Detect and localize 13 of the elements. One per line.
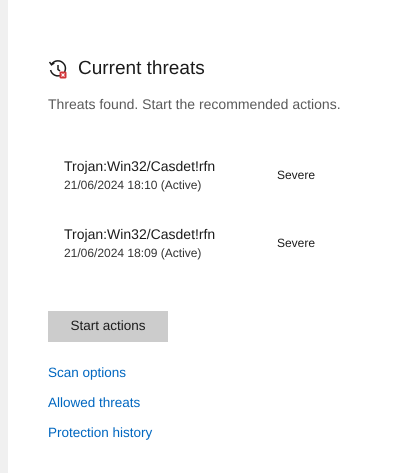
threat-name: Trojan:Win32/Casdet!rfn: [64, 156, 216, 174]
start-actions-button[interactable]: Start actions: [48, 310, 168, 342]
severity-label: Severe: [277, 234, 316, 252]
threat-name: Trojan:Win32/Casdet!rfn: [64, 224, 216, 242]
link[interactable]: Allowed threats: [48, 394, 140, 412]
threat-date: 21/06/2024 18:10 (Active): [64, 176, 202, 192]
link[interactable]: Protection history: [48, 424, 152, 442]
threat-date: 21/06/2024 18:09 (Active): [64, 244, 202, 260]
section-title: Current threats: [78, 57, 205, 81]
link[interactable]: Scan options: [48, 364, 126, 382]
clock-warning-icon: [48, 59, 68, 80]
severity-label: Severe: [277, 166, 316, 184]
section-description: Threats found. Start the recommended actions.: [48, 94, 341, 114]
